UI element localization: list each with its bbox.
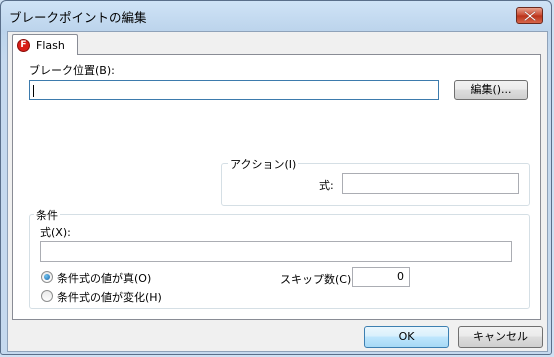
- action-group-title: アクション(I): [228, 156, 299, 172]
- condition-expression-input[interactable]: [40, 241, 512, 262]
- cancel-button-label: キャンセル: [473, 330, 528, 343]
- flash-icon: F: [17, 39, 30, 52]
- breakpoint-location-input[interactable]: [29, 80, 439, 100]
- radio-condition-changed[interactable]: [41, 290, 53, 302]
- dialog-client-area: F Flash ブレーク位置(B): 編集()... アクション(I) 式: 条…: [7, 31, 548, 352]
- radio-condition-changed-label[interactable]: 条件式の値が変化(H): [57, 289, 162, 305]
- title-bar[interactable]: ブレークポイントの編集: [1, 1, 553, 31]
- radio-condition-true-label[interactable]: 条件式の値が真(O): [57, 270, 151, 286]
- close-icon: [524, 11, 536, 21]
- cancel-button[interactable]: キャンセル: [458, 326, 543, 348]
- ok-button[interactable]: OK: [364, 326, 449, 348]
- tab-flash-label: Flash: [36, 39, 65, 52]
- skip-count-label: スキップ数(C):: [280, 273, 355, 286]
- edit-button[interactable]: 編集()...: [454, 80, 528, 100]
- text-caret: [33, 85, 34, 97]
- skip-count-value: 0: [397, 270, 404, 283]
- radio-condition-true[interactable]: [41, 271, 53, 283]
- action-expression-label: 式:: [319, 179, 334, 192]
- ok-button-label: OK: [398, 330, 415, 343]
- dialog-window: ブレークポイントの編集 F Flash ブレーク位置(B): 編集()... ア…: [0, 0, 552, 355]
- breakpoint-location-label: ブレーク位置(B):: [29, 64, 115, 77]
- condition-group-title: 条件: [34, 207, 60, 223]
- close-button[interactable]: [516, 7, 543, 24]
- edit-button-label: 編集()...: [470, 83, 512, 96]
- skip-count-input[interactable]: 0: [352, 267, 410, 287]
- action-expression-input[interactable]: [342, 173, 519, 194]
- tab-flash[interactable]: F Flash: [12, 34, 78, 55]
- condition-expression-label: 式(X):: [40, 226, 71, 239]
- tab-panel: ブレーク位置(B): 編集()... アクション(I) 式: 条件 式(X):: [12, 54, 541, 320]
- window-title: ブレークポイントの編集: [9, 10, 147, 25]
